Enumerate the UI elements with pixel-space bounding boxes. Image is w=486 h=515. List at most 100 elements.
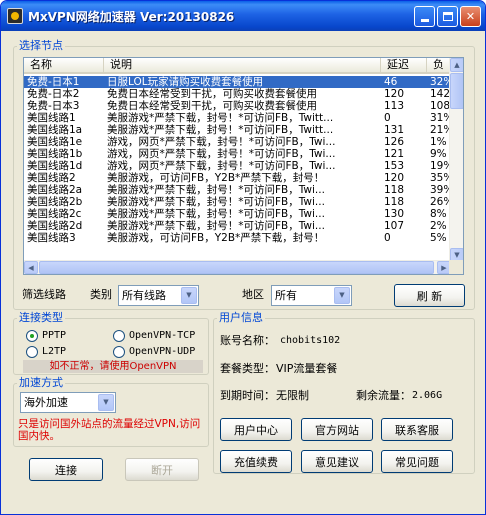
row-cell-desc: 美服游戏*严禁下载，封号！*可访问FB，Twi... [107, 184, 325, 196]
column-header-name[interactable]: 名称 [24, 58, 104, 74]
node-list[interactable]: 名称 说明 延迟 负 免费-日本1日服LOL玩家请购买收费套餐使用4632%免费… [23, 57, 464, 275]
expiry-label: 到期时间： [220, 389, 275, 402]
row-cell-desc: 游戏，网页*严禁下载，封号！*可访问FB，Twi... [107, 160, 336, 172]
radio-pptp[interactable]: PPTP [26, 330, 66, 342]
contact-support-button[interactable]: 联系客服 [381, 418, 453, 441]
faq-button[interactable]: 常见问题 [381, 450, 453, 473]
disconnect-button[interactable]: 断开 [125, 458, 199, 481]
maximize-icon [442, 12, 453, 21]
radio-openvpn-udp-icon[interactable] [113, 346, 125, 358]
row-cell-latency: 120 [384, 88, 405, 100]
row-cell-latency: 153 [384, 160, 405, 172]
row-cell-name: 免费-日本1 [27, 76, 80, 88]
chevron-down-icon[interactable]: ▼ [98, 394, 114, 411]
acceleration-mode-select[interactable]: 海外加速 ▼ [20, 392, 116, 413]
region-value: 所有 [275, 289, 297, 302]
radio-pptp-label: PPTP [42, 330, 67, 341]
user-center-button[interactable]: 用户中心 [220, 418, 292, 441]
table-row[interactable]: 美国线路2a 美服游戏*严禁下载，封号！*可访问FB，Twi... 118 39% [24, 184, 451, 196]
window-title: MxVPN网络加速器 Ver:20130826 [28, 10, 235, 24]
table-row[interactable]: 免费-日本1 日服LOL玩家请购买收费套餐使用 46 32% [24, 76, 451, 88]
scroll-up-icon[interactable]: ▲ [450, 58, 463, 72]
recharge-button[interactable]: 充值续费 [220, 450, 292, 473]
column-header-latency[interactable]: 延迟 [381, 58, 427, 74]
row-cell-load: 5% [430, 232, 447, 244]
minimize-icon [420, 18, 429, 22]
maximize-button[interactable] [437, 6, 458, 27]
row-cell-latency: 131 [384, 124, 405, 136]
row-cell-latency: 118 [384, 196, 405, 208]
row-cell-name: 美国线路1b [27, 148, 83, 160]
row-cell-name: 美国线路2 [27, 172, 76, 184]
row-cell-name: 美国线路1d [27, 160, 83, 172]
table-row[interactable]: 美国线路1b 游戏，网页*严禁下载，封号！*可访问FB，Twi... 121 9% [24, 148, 451, 160]
radio-openvpn-tcp-label: OpenVPN-TCP [129, 330, 196, 341]
vscroll-thumb[interactable] [450, 73, 463, 109]
expiry-value: 无限制 [276, 389, 309, 402]
traffic-value: 2.06G [412, 390, 443, 401]
column-header-load[interactable]: 负 [427, 58, 451, 74]
table-row[interactable]: 美国线路1a 美服游戏*严禁下载，封号！*可访问FB，Twitt... 131 21% [24, 124, 451, 136]
region-select[interactable]: 所有 ▼ [271, 285, 352, 306]
radio-l2tp[interactable]: L2TP [26, 346, 66, 358]
row-cell-desc: 游戏，网页*严禁下载，封号！*可访问FB，Twi... [107, 136, 336, 148]
minimize-button[interactable] [414, 6, 435, 27]
radio-pptp-icon[interactable] [26, 330, 38, 342]
row-cell-name: 免费-日本3 [27, 100, 80, 112]
radio-openvpn-udp[interactable]: OpenVPN-UDP [113, 346, 195, 358]
row-cell-load: 31% [430, 112, 451, 124]
account-value: chobits102 [280, 335, 341, 346]
row-cell-desc: 美服游戏*严禁下载，封号！*可访问FB，Twi... [107, 220, 325, 232]
node-group-label: 选择节点 [17, 39, 65, 52]
feedback-button[interactable]: 意见建议 [301, 450, 373, 473]
row-cell-name: 免费-日本2 [27, 88, 80, 100]
row-cell-latency: 121 [384, 148, 405, 160]
row-cell-load: 32% [430, 76, 451, 88]
connect-button[interactable]: 连接 [29, 458, 103, 481]
table-row[interactable]: 美国线路1d 游戏，网页*严禁下载，封号！*可访问FB，Twi... 153 19% [24, 160, 451, 172]
category-select[interactable]: 所有线路 ▼ [118, 285, 199, 306]
node-list-body: 免费-日本1 日服LOL玩家请购买收费套餐使用 46 32% 免费-日本2 免费日本经常受… [24, 76, 451, 262]
scroll-left-icon[interactable]: ◀ [24, 261, 38, 274]
radio-l2tp-icon[interactable] [26, 346, 38, 358]
radio-openvpn-udp-label: OpenVPN-UDP [129, 346, 196, 357]
table-row[interactable]: 免费-日本3 免费日本经常受到干扰，可购买收费套餐使用 113 108 [24, 100, 451, 112]
table-row[interactable]: 美国线路1e 游戏，网页*严禁下载，封号！*可访问FB，Twi... 126 1% [24, 136, 451, 148]
row-cell-load: 26% [430, 196, 451, 208]
row-cell-latency: 46 [384, 76, 398, 88]
radio-openvpn-tcp[interactable]: OpenVPN-TCP [113, 330, 195, 342]
radio-openvpn-tcp-icon[interactable] [113, 330, 125, 342]
close-icon: ✕ [465, 10, 476, 23]
table-row[interactable]: 美国线路2 美服游戏，可访问FB，Y2B*严禁下载，封号！ 120 35% [24, 172, 451, 184]
node-list-header: 名称 说明 延迟 负 [24, 58, 451, 74]
row-cell-name: 美国线路3 [27, 232, 76, 244]
table-row[interactable]: 美国线路1 美服游戏*严禁下载，封号！*可访问FB，Twitt... 0 31% [24, 112, 451, 124]
row-cell-desc: 美服游戏*严禁下载，封号！*可访问FB，Twi... [107, 208, 325, 220]
chevron-down-icon[interactable]: ▼ [181, 287, 197, 304]
row-cell-load: 9% [430, 148, 447, 160]
hscroll-thumb[interactable] [39, 261, 434, 274]
title-bar[interactable]: MxVPN网络加速器 Ver:20130826 ✕ [1, 1, 485, 31]
table-row[interactable]: 免费-日本2 免费日本经常受到干扰，可购买收费套餐使用 120 142 [24, 88, 451, 100]
scroll-corner [449, 260, 463, 274]
node-list-vscroll[interactable]: ▲ ▼ [449, 58, 463, 262]
app-icon [7, 8, 23, 24]
refresh-button[interactable]: 刷 新 [394, 284, 465, 307]
table-row[interactable]: 美国线路2b 美服游戏*严禁下载，封号！*可访问FB，Twi... 118 26% [24, 196, 451, 208]
row-cell-latency: 120 [384, 172, 405, 184]
chevron-down-icon[interactable]: ▼ [334, 287, 350, 304]
table-row[interactable]: 美国线路2d 美服游戏*严禁下载，封号！*可访问FB，Twi... 107 2% [24, 220, 451, 232]
row-cell-load: 21% [430, 124, 451, 136]
row-cell-load: 39% [430, 184, 451, 196]
node-list-hscroll[interactable]: ◀ ▶ [24, 260, 451, 274]
row-cell-desc: 游戏，网页*严禁下载，封号！*可访问FB，Twi... [107, 148, 336, 160]
row-cell-desc: 美服游戏*严禁下载，封号！*可访问FB，Twitt... [107, 124, 334, 136]
account-label: 账号名称： [220, 334, 275, 347]
table-row[interactable]: 美国线路3 美服游戏，可访问FB，Y2B*严禁下载，封号！ 0 5% [24, 232, 451, 244]
row-cell-latency: 113 [384, 100, 405, 112]
official-site-button[interactable]: 官方网站 [301, 418, 373, 441]
row-cell-name: 美国线路2c [27, 208, 82, 220]
column-header-desc[interactable]: 说明 [104, 58, 381, 74]
table-row[interactable]: 美国线路2c 美服游戏*严禁下载，封号！*可访问FB，Twi... 130 8% [24, 208, 451, 220]
close-button[interactable]: ✕ [460, 6, 481, 27]
